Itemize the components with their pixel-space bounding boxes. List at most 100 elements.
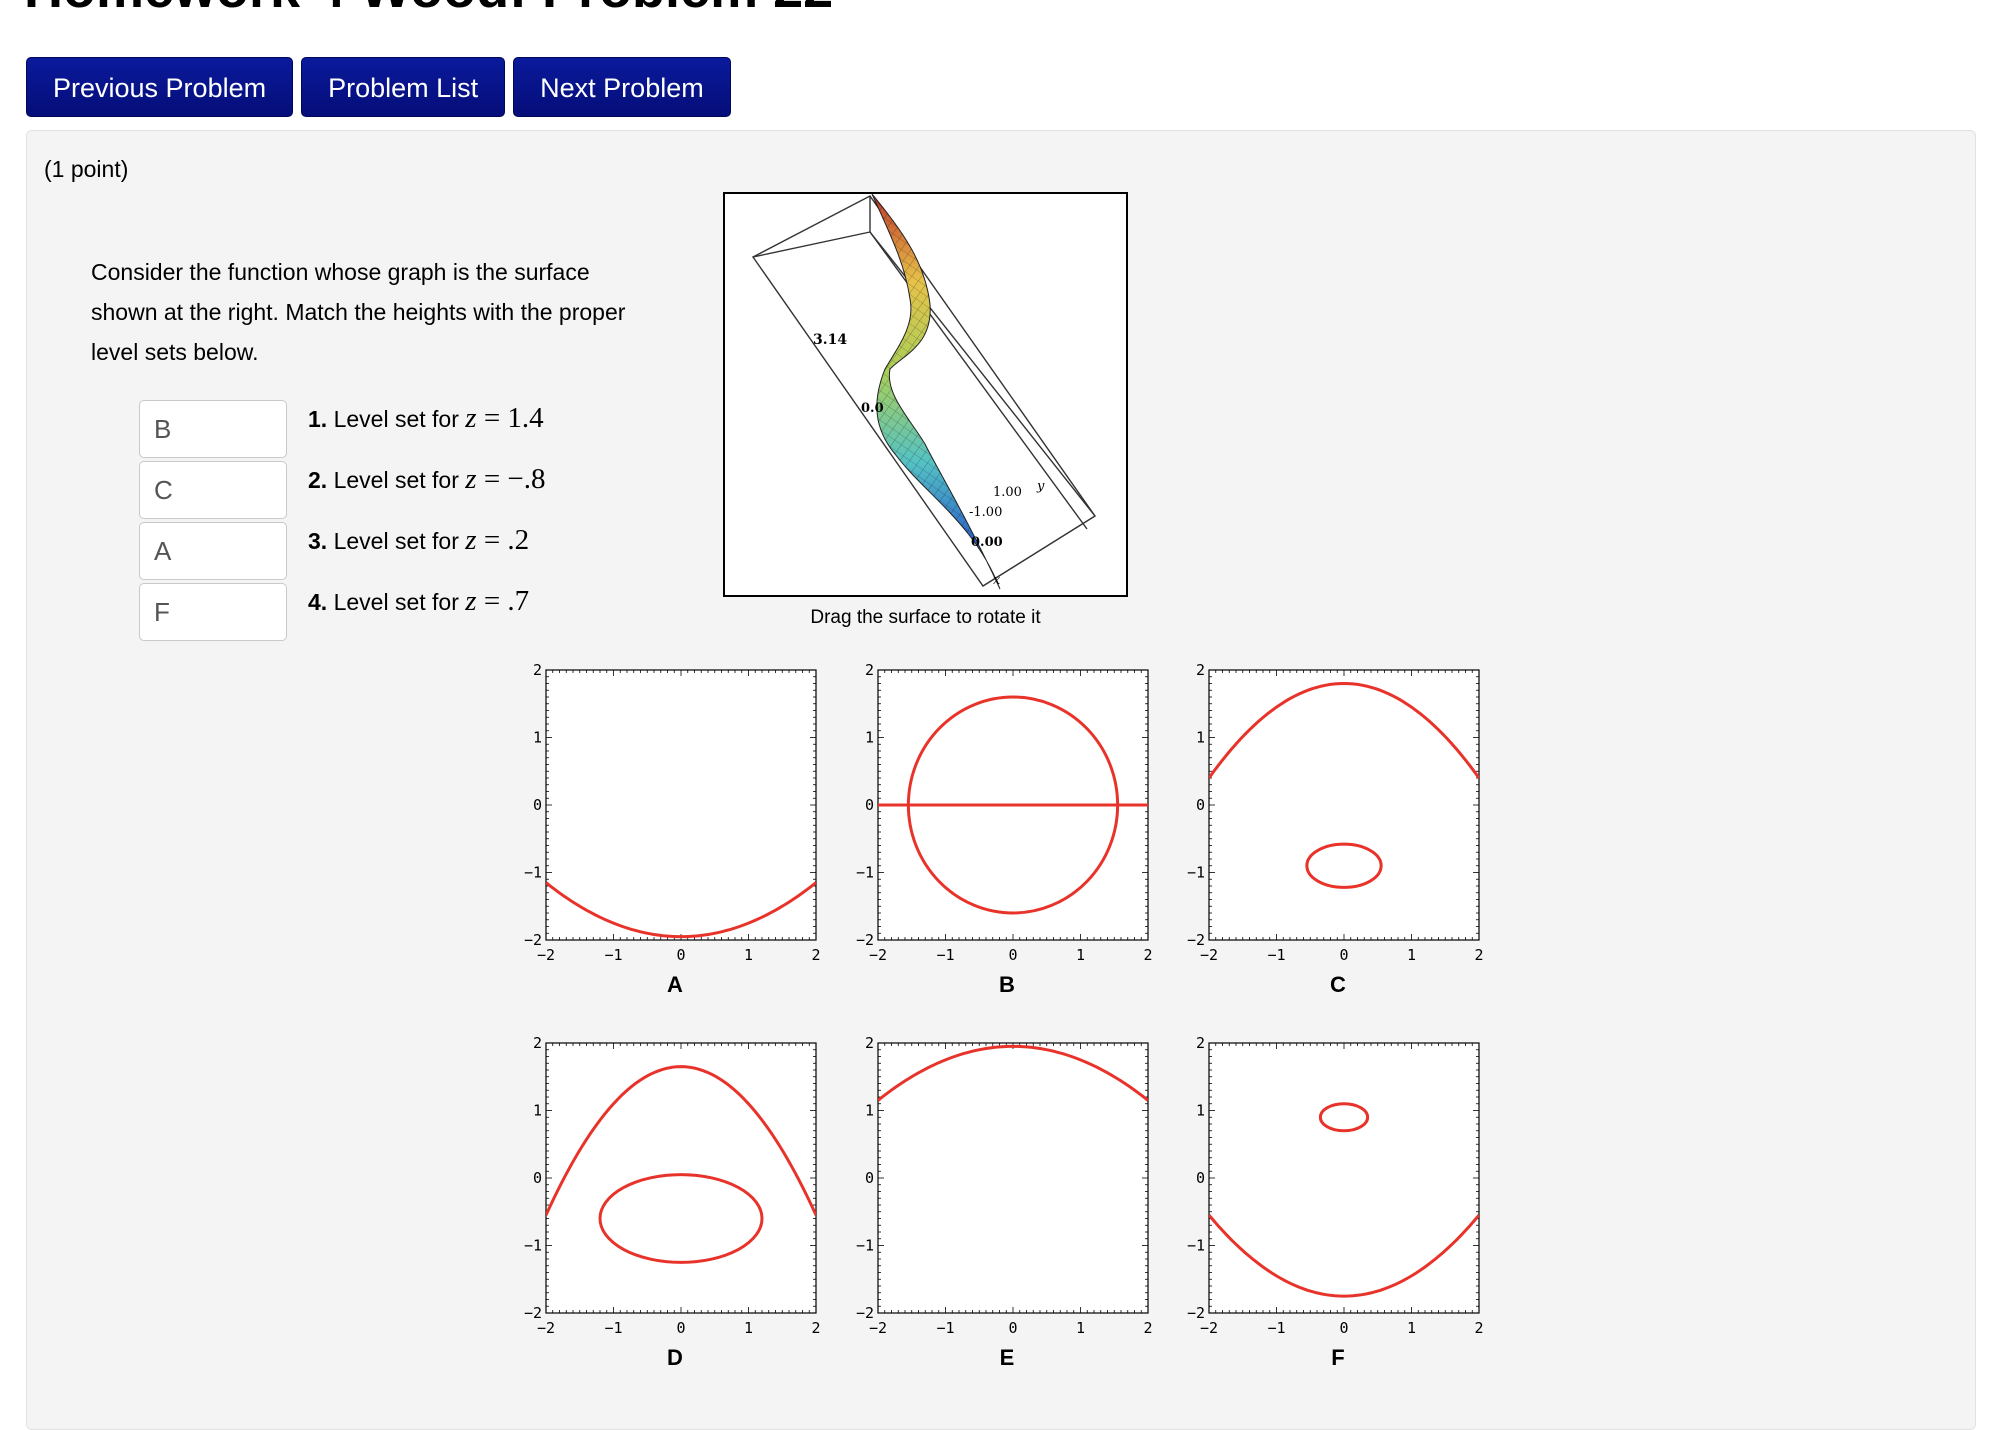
axis-label-z-mid: 0.0 [861,401,884,416]
y-tick-label: 1 [533,729,542,747]
previous-problem-button[interactable]: Previous Problem [26,57,294,117]
level-plot-a: −2 −2 −1 −1 0 0 1 1 2 2 A [510,660,840,1000]
y-tick-label: −1 [524,1237,542,1255]
plot-frame [545,1042,817,1314]
y-tick-label: 1 [1196,729,1205,747]
x-tick-label: 2 [811,1319,820,1333]
x-tick-label: 1 [1407,946,1416,960]
question-text: Level set for [333,406,459,432]
plot-svg: −2−2−1−1001122 [524,661,821,960]
question-value: 1.4 [507,402,544,434]
question-equals: = [483,524,501,556]
level-plot-f: −2 −2 −1 −1 0 0 1 1 2 2 F [1173,1033,1503,1373]
y-tick-label: −1 [524,864,542,882]
x-tick-label: 2 [1143,1319,1152,1333]
y-tick-label: 2 [533,1034,542,1052]
answer-input-4[interactable]: F [139,583,287,641]
y-tick-label: 0 [533,1169,542,1187]
x-tick-label: −1 [936,1319,954,1333]
x-tick-label: 1 [744,946,753,960]
question-equals: = [483,585,501,617]
question-variable: z [465,402,477,434]
question-equals: = [483,463,501,495]
plot-frame [545,669,817,941]
y-tick-label: 2 [865,661,874,679]
y-tick-label: −1 [1187,1237,1205,1255]
y-tick-label: −1 [1187,864,1205,882]
question-number: 2. [308,467,328,493]
x-tick-label: 0 [1008,946,1017,960]
x-tick-label: 0 [1339,1319,1348,1333]
question-text: Level set for [333,467,459,493]
y-tick-label: 0 [865,1169,874,1187]
axis-label-one: 1.00 [993,485,1022,500]
y-tick-label: 1 [865,729,874,747]
question-4: 4. Level set for z = .7 [308,585,529,618]
y-tick-label: 1 [865,1102,874,1120]
problem-navigation: Previous Problem Problem List Next Probl… [26,57,731,117]
y-tick-label: 0 [533,796,542,814]
x-tick-label: 2 [811,946,820,960]
y-tick-label: 2 [533,661,542,679]
y-tick-label: −1 [856,1237,874,1255]
x-tick-label: −1 [936,946,954,960]
x-tick-label: 1 [1076,946,1085,960]
y-tick-label: −2 [1187,931,1205,949]
answer-input-3[interactable]: A [139,522,287,580]
y-tick-label: −2 [856,931,874,949]
x-tick-label: −1 [1267,1319,1285,1333]
question-number: 3. [308,528,328,554]
question-equals: = [483,402,501,434]
bounding-box [751,195,1096,587]
x-tick-label: 2 [1474,946,1483,960]
problem-points: (1 point) [44,156,129,182]
question-value: .7 [507,585,530,617]
question-value: −.8 [507,463,546,495]
level-plot-d: −2 −2 −1 −1 0 0 1 1 2 2 D [510,1033,840,1373]
y-tick-label: −2 [856,1304,874,1322]
surface-caption: Drag the surface to rotate it [810,607,1041,628]
answer-input-2[interactable]: C [139,461,287,519]
axis-label-x: x [993,573,1001,588]
question-variable: z [465,463,477,495]
next-problem-button[interactable]: Next Problem [513,57,731,117]
question-text: Level set for [333,589,459,615]
plot-label: A [667,972,683,997]
x-tick-label: 1 [1076,1319,1085,1333]
surface-mesh-lines [872,194,1000,589]
x-tick-label: 0 [1008,1319,1017,1333]
question-variable: z [465,524,477,556]
y-tick-label: 2 [1196,661,1205,679]
axis-label-neg-one: -1.00 [969,505,1002,520]
x-tick-label: 0 [676,1319,685,1333]
y-tick-label: −1 [856,864,874,882]
surface-graphic: 3.14 0.0 -1.00 0.00 1.00 y x [751,194,1096,590]
plot-svg: −2−2−1−1001122 [524,1034,821,1333]
y-tick-label: −2 [524,1304,542,1322]
question-2: 2. Level set for z = −.8 [308,463,546,496]
plot-label: F [1331,1345,1345,1370]
problem-list-button[interactable]: Problem List [301,57,506,117]
level-plot-b: −2 −2 −1 −1 0 0 1 1 2 2 B [842,660,1172,1000]
x-tick-label: 2 [1143,946,1152,960]
y-tick-label: 0 [1196,1169,1205,1187]
problem-statement: Consider the function whose graph is the… [91,259,626,365]
x-tick-label: 1 [1407,1319,1416,1333]
y-tick-label: 2 [1196,1034,1205,1052]
question-variable: z [465,585,477,617]
question-number: 4. [308,589,328,615]
plot-svg: −2−2−1−1001122 [856,661,1153,960]
answer-input-1[interactable]: B [139,400,287,458]
plot-frame [877,1042,1149,1314]
surface-viewer[interactable]: 3.14 0.0 -1.00 0.00 1.00 y x [723,192,1128,597]
question-text: Level set for [333,528,459,554]
plot-svg: −2−2−1−1001122 [1187,661,1484,960]
level-plot-c: −2 −2 −1 −1 0 0 1 1 2 2 C [1173,660,1503,1000]
y-tick-label: 2 [865,1034,874,1052]
question-value: .2 [507,524,530,556]
plot-svg: −2−2−1−1001122 [856,1034,1153,1333]
y-tick-label: 0 [1196,796,1205,814]
x-tick-label: 0 [1339,946,1348,960]
y-tick-label: 1 [533,1102,542,1120]
x-tick-label: −1 [1267,946,1285,960]
